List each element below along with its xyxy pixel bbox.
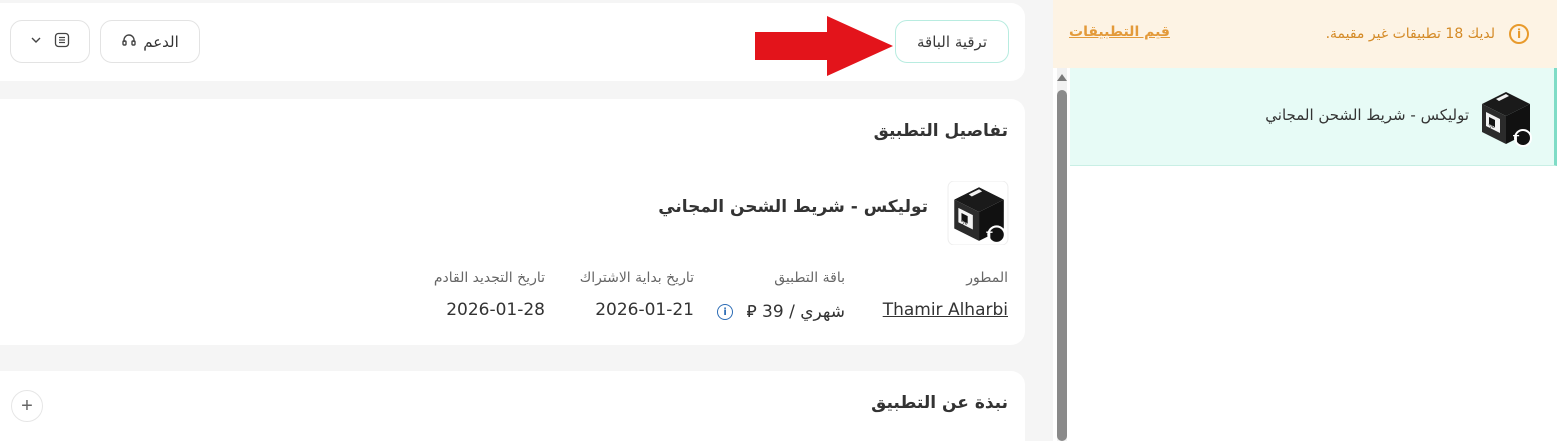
renewal-date-label: تاريخ التجديد القادم — [433, 270, 545, 286]
view-menu-button[interactable] — [10, 20, 90, 63]
page: i لديك 18 تطبيقات غير مقيمة. قيم التطبيق… — [0, 0, 1557, 441]
expand-about-button[interactable]: + — [11, 390, 43, 422]
sidebar-item-app[interactable]: % T توليكس - شريط الشحن المجاني — [1070, 68, 1557, 166]
chevron-down-icon — [30, 34, 42, 50]
apps-sidebar: i لديك 18 تطبيقات غير مقيمة. قيم التطبيق… — [1053, 0, 1557, 441]
rate-apps-link[interactable]: قيم التطبيقات — [1069, 24, 1170, 40]
support-button[interactable]: الدعم — [100, 20, 200, 63]
about-app-title: نبذة عن التطبيق — [871, 393, 1008, 413]
developer-field: المطور Thamir Alharbi — [883, 270, 1008, 320]
plan-field: باقة التطبيق شهري / 39 ⃁ i — [717, 270, 845, 322]
about-app-card: نبذة عن التطبيق + — [0, 371, 1025, 441]
svg-text:T: T — [1513, 135, 1520, 145]
unrated-apps-notice: i لديك 18 تطبيقات غير مقيمة. قيم التطبيق… — [1053, 0, 1557, 68]
sidebar-scrollbar[interactable] — [1057, 68, 1067, 441]
svg-text:%: % — [1488, 122, 1495, 130]
renewal-date-value: 2026-01-28 — [446, 300, 545, 320]
svg-text:%: % — [961, 217, 968, 226]
app-box-icon: % T — [947, 180, 1009, 249]
app-box-icon: % T — [1476, 86, 1534, 152]
developer-link[interactable]: Thamir Alharbi — [883, 300, 1008, 320]
notice-message: لديك 18 تطبيقات غير مقيمة. — [1325, 26, 1495, 42]
plan-label: باقة التطبيق — [774, 270, 845, 286]
developer-label: المطور — [966, 270, 1008, 286]
info-icon: i — [1509, 24, 1529, 44]
app-details-card: تفاصيل التطبيق % T توليكس - شريط الشحن ا… — [0, 99, 1025, 345]
plan-info-icon[interactable]: i — [717, 304, 734, 320]
app-details-title: تفاصيل التطبيق — [873, 121, 1008, 141]
start-date-value: 2026-01-21 — [595, 300, 694, 320]
upgrade-plan-button[interactable]: ترقية الباقة — [895, 20, 1009, 63]
headset-icon — [121, 32, 137, 52]
app-name: توليكس - شريط الشحن المجاني — [658, 197, 928, 217]
start-date-field: تاريخ بداية الاشتراك 2026-01-21 — [580, 270, 694, 320]
plus-icon: + — [21, 394, 33, 417]
renewal-date-field: تاريخ التجديد القادم 2026-01-28 — [434, 270, 545, 320]
support-label: الدعم — [143, 32, 179, 51]
start-date-label: تاريخ بداية الاشتراك — [579, 270, 694, 286]
plan-value: شهري / 39 ⃁ — [746, 302, 845, 322]
list-icon — [54, 32, 70, 52]
svg-text:T: T — [986, 230, 993, 241]
sidebar-item-label: توليكس - شريط الشحن المجاني — [1265, 106, 1469, 124]
scroll-up-arrow-icon[interactable] — [1057, 74, 1067, 81]
red-arrow-annotation — [755, 16, 893, 76]
scrollbar-thumb[interactable] — [1057, 90, 1067, 441]
